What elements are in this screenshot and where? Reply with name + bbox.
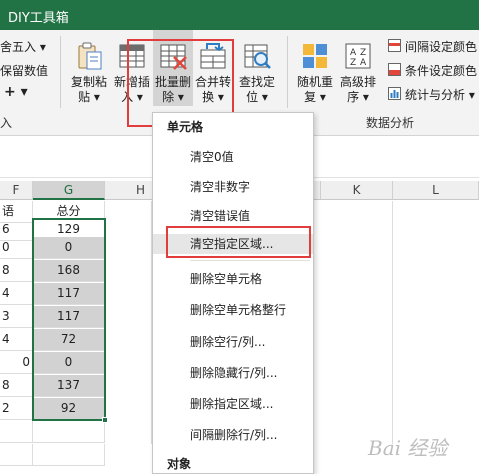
cell-f[interactable]: 4 xyxy=(0,283,33,305)
svg-text:A: A xyxy=(350,48,357,58)
merge-convert-label-1: 合并转 xyxy=(194,75,231,89)
stats-analysis-label: 统计与分析 ▾ xyxy=(405,88,475,102)
find-locate-label-1: 查找定 xyxy=(238,75,275,89)
cell-g[interactable]: 72 xyxy=(33,329,105,351)
advanced-sort-label-2: 序 ▾ xyxy=(347,90,369,104)
menu-section-objects: 对象 xyxy=(167,457,192,471)
random-repeat-label-1: 随机重 xyxy=(296,75,333,89)
empty-cell[interactable] xyxy=(33,421,105,443)
batch-delete-icon xyxy=(160,44,187,70)
clipboard-icon xyxy=(78,42,102,70)
menu-item-delete-empty-rows-cols[interactable]: 删除空行/列... xyxy=(153,332,313,352)
empty-cell[interactable] xyxy=(33,444,105,466)
interval-color-icon xyxy=(388,39,401,52)
interval-color-label: 间隔设定颜色 xyxy=(405,40,478,54)
stats-icon xyxy=(388,87,401,100)
cell-g[interactable]: 117 xyxy=(33,306,105,328)
column-header-g[interactable]: G xyxy=(33,181,105,200)
menu-item-delete-empty-cells[interactable]: 删除空单元格 xyxy=(153,269,313,289)
merge-convert-icon xyxy=(200,43,226,69)
menu-item-clear-zero[interactable]: 清空0值 xyxy=(153,147,313,167)
copy-paste-label-2: 贴 ▾ xyxy=(78,90,100,104)
copy-paste-button[interactable]: 复制粘 贴 ▾ xyxy=(66,30,112,110)
sort-az-icon: A Z Z A xyxy=(345,43,371,69)
svg-text:Z: Z xyxy=(360,48,366,58)
merge-convert-button[interactable]: 合并转 换 ▾ xyxy=(193,30,233,110)
data-analysis-group-label: 数据分析 xyxy=(366,116,415,130)
merge-convert-label-2: 换 ▾ xyxy=(202,90,224,104)
batch-delete-label-1: 批量删 xyxy=(154,75,191,89)
cell-g[interactable]: 168 xyxy=(33,260,105,282)
menu-item-clear-range[interactable]: 清空指定区域... xyxy=(153,234,313,254)
column-header-f[interactable]: F xyxy=(0,181,33,200)
menu-item-delete-range[interactable]: 删除指定区域... xyxy=(153,394,313,414)
menu-item-delete-empty-cell-rows[interactable]: 删除空单元格整行 xyxy=(153,300,313,320)
random-repeat-button[interactable]: 随机重 复 ▾ xyxy=(294,30,336,110)
left-group-label: 入 xyxy=(0,116,13,130)
empty-column-l[interactable] xyxy=(393,201,479,444)
plus-label: + ▾ xyxy=(4,84,28,100)
insert-button[interactable]: 新增插 入 ▾ xyxy=(110,30,154,110)
random-repeat-label-2: 复 ▾ xyxy=(304,90,326,104)
empty-cell[interactable] xyxy=(0,444,33,466)
app-title: DIY工具箱 xyxy=(8,11,69,26)
advanced-sort-button[interactable]: A Z Z A 高级排 序 ▾ xyxy=(337,30,379,110)
find-locate-button[interactable]: 查找定 位 ▾ xyxy=(237,30,277,110)
empty-column-h[interactable] xyxy=(105,201,152,444)
ribbon-separator xyxy=(60,36,61,108)
advanced-sort-label-1: 高级排 xyxy=(339,75,376,89)
cell-g[interactable]: 92 xyxy=(33,398,105,420)
plus-button[interactable]: + ▾ xyxy=(4,84,28,100)
cell-f[interactable]: 0 xyxy=(0,352,33,374)
keep-values-button[interactable]: 保留数值 xyxy=(0,62,48,79)
cell-f[interactable]: 4 xyxy=(0,329,33,351)
batch-delete-label-2: 除 ▾ xyxy=(162,90,184,104)
round-button[interactable]: 舍五入 ▾ xyxy=(0,38,46,55)
find-locate-icon xyxy=(244,44,271,69)
cell-f[interactable]: 8 xyxy=(0,375,33,397)
batch-delete-button[interactable]: 批量删 除 ▾ xyxy=(153,30,193,106)
column-header-l[interactable]: L xyxy=(393,181,479,200)
empty-column-k[interactable] xyxy=(314,201,393,444)
menu-item-interval-delete[interactable]: 间隔删除行/列... xyxy=(153,425,313,445)
random-grid-icon xyxy=(303,44,327,68)
insert-table-icon xyxy=(119,44,145,68)
menu-item-clear-errors[interactable]: 清空错误值 xyxy=(153,206,313,226)
fill-handle[interactable] xyxy=(102,417,108,423)
menu-section-cells: 单元格 xyxy=(167,120,204,134)
column-header-k[interactable]: K xyxy=(321,181,393,200)
copy-paste-label-1: 复制粘 xyxy=(70,75,107,89)
condition-color-icon xyxy=(388,63,401,76)
title-bar: DIY工具箱 xyxy=(0,0,479,30)
menu-item-clear-non-number[interactable]: 清空非数字 xyxy=(153,177,313,197)
find-locate-label-2: 位 ▾ xyxy=(246,90,268,104)
menu-item-delete-hidden-rows-cols[interactable]: 删除隐藏行/列... xyxy=(153,363,313,383)
cell-f[interactable]: 3 xyxy=(0,306,33,328)
empty-cell[interactable] xyxy=(0,421,33,443)
watermark-logo: Bai 经验 xyxy=(368,436,448,460)
batch-delete-menu: 单元格 清空0值 清空非数字 清空错误值 清空指定区域... 删除空单元格 删除… xyxy=(152,112,314,474)
cell-f[interactable]: 8 xyxy=(0,260,33,282)
ribbon-separator xyxy=(287,36,288,108)
round-label: 舍五入 ▾ xyxy=(0,40,46,54)
svg-text:A: A xyxy=(360,58,367,68)
insert-label-1: 新增插 xyxy=(113,75,150,89)
cell-g[interactable]: 137 xyxy=(33,375,105,397)
condition-color-label: 条件设定颜色 xyxy=(405,64,478,78)
svg-text:Z: Z xyxy=(350,58,356,68)
keep-values-label: 保留数值 xyxy=(0,64,49,78)
cell-g[interactable]: 117 xyxy=(33,283,105,305)
cell-f[interactable]: 2 xyxy=(0,398,33,420)
menu-separator xyxy=(190,260,310,261)
cell-f[interactable]: 0 xyxy=(0,237,33,259)
insert-label-2: 入 ▾ xyxy=(121,90,143,104)
cell-g[interactable]: 0 xyxy=(33,237,105,259)
cell-g[interactable]: 0 xyxy=(33,352,105,374)
